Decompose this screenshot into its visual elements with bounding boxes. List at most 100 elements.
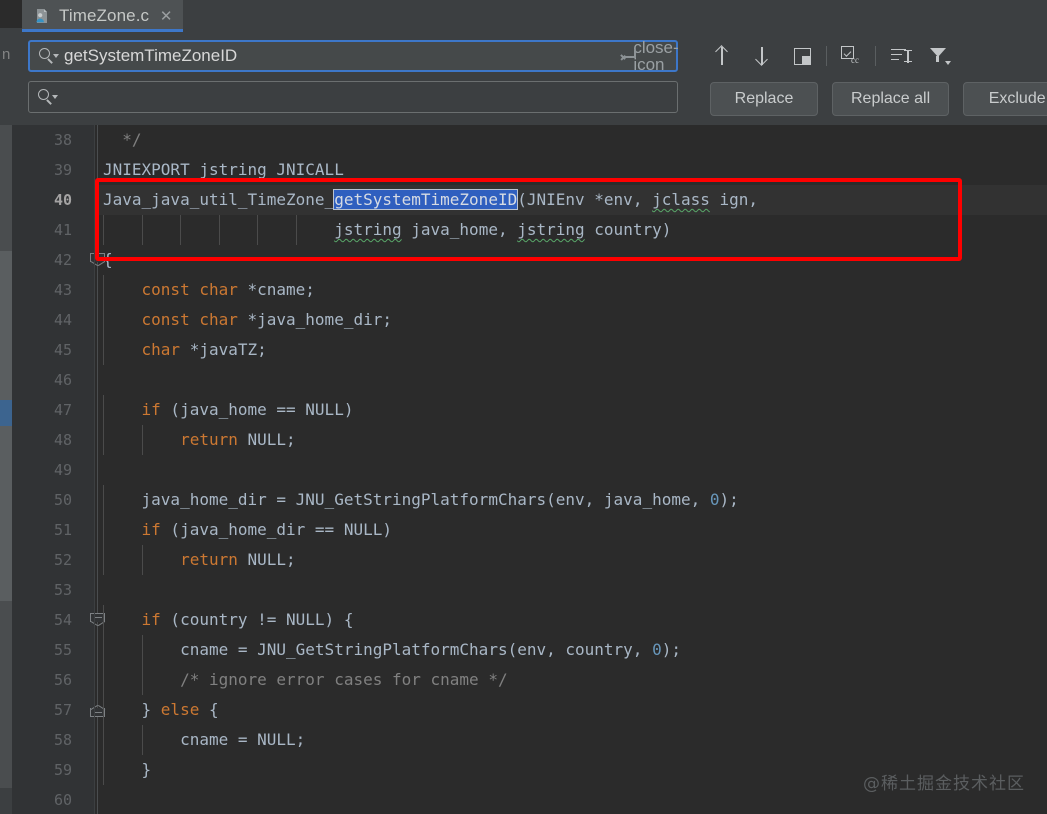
code-token: cname = JNU_GetStringPlatformChars(env, … — [103, 640, 653, 659]
code-line[interactable]: /* ignore error cases for cname */ — [95, 665, 1047, 695]
code-token: if — [141, 400, 161, 419]
line-number: 50 — [53, 491, 72, 509]
left-edge-partial-label: n — [2, 46, 11, 63]
code-line[interactable]: java_home_dir = JNU_GetStringPlatformCha… — [95, 485, 1047, 515]
code-token: return — [180, 550, 238, 569]
exclude-button[interactable]: Exclude — [963, 82, 1047, 116]
replace-button-label: Replace — [734, 90, 794, 107]
code-token: 0 — [709, 490, 720, 509]
indent-guide — [180, 215, 182, 245]
code-token: ); — [661, 640, 681, 659]
find-next-icon[interactable] — [742, 40, 782, 72]
code-line[interactable]: Java_java_util_TimeZone_getSystemTimeZon… — [95, 185, 1047, 215]
close-icon[interactable]: ✕ — [159, 9, 173, 24]
code-line[interactable]: jstring java_home, jstring country) — [95, 215, 1047, 245]
select-all-occurrences-icon[interactable] — [782, 40, 822, 72]
code-token: */ — [103, 130, 142, 149]
code-token: (JNIEnv *env, — [517, 190, 653, 209]
code-line[interactable]: const char *java_home_dir; — [95, 305, 1047, 335]
watermark: @稀土掘金技术社区 — [863, 774, 1025, 794]
indent-guide — [141, 425, 143, 455]
indent-guide — [103, 545, 104, 575]
indent-guide — [103, 515, 104, 545]
code-token: java_home_dir = JNU_GetStringPlatformCha… — [103, 490, 710, 509]
line-number: 52 — [53, 551, 72, 569]
editor-tab-timezone-c[interactable]: TimeZone.c ✕ — [22, 0, 184, 32]
code-line[interactable]: JNIEXPORT jstring JNICALL — [95, 155, 1047, 185]
code-line[interactable]: if (java_home == NULL) — [95, 395, 1047, 425]
search-icon[interactable] — [38, 47, 60, 65]
line-number: 56 — [53, 671, 72, 689]
code-line[interactable]: const char *cname; — [95, 275, 1047, 305]
code-line[interactable]: char *javaTZ; — [95, 335, 1047, 365]
code-token: { — [199, 700, 219, 719]
indent-guide — [103, 215, 104, 245]
find-replace-panel: getSystemTimeZoneID close-icon cc Replac… — [22, 32, 1047, 125]
scrollbar-thumb[interactable] — [0, 251, 12, 601]
code-line[interactable]: cname = JNU_GetStringPlatformChars(env, … — [95, 635, 1047, 665]
indent-guide — [103, 335, 104, 365]
code-token: *cname; — [237, 280, 315, 299]
line-number: 53 — [53, 581, 72, 599]
search-icon[interactable] — [37, 88, 59, 106]
replace-all-button-label: Replace all — [851, 90, 931, 107]
indent-guide — [103, 755, 104, 785]
search-row: getSystemTimeZoneID close-icon — [28, 39, 679, 73]
code-token: Java_java_util_TimeZone_ — [103, 190, 335, 209]
words-icon[interactable] — [880, 40, 920, 72]
code-line[interactable]: } else { — [95, 695, 1047, 725]
line-number: 58 — [53, 731, 72, 749]
code-token: const char — [141, 310, 238, 329]
match-case-icon[interactable]: cc — [831, 40, 871, 72]
indent-guide — [103, 275, 104, 305]
code-line[interactable]: */ — [95, 125, 1047, 155]
code-content[interactable]: */ JNIEXPORT jstring JNICALL Java_java_uti… — [95, 125, 1047, 814]
clear-search-icon[interactable]: close-icon — [633, 39, 678, 73]
search-input-value: getSystemTimeZoneID — [64, 46, 238, 65]
code-line[interactable] — [95, 575, 1047, 605]
code-line[interactable]: return NULL; — [95, 545, 1047, 575]
toolbar-separator — [826, 46, 827, 66]
code-line[interactable]: return NULL; — [95, 425, 1047, 455]
indent-guide — [103, 425, 104, 455]
code-token: /* ignore error cases for cname */ — [180, 670, 508, 689]
indent-guide — [141, 665, 143, 695]
code-line[interactable] — [95, 455, 1047, 485]
code-editor[interactable]: 38 39 40 41 42 43 44 45 46 47 48 49 50 51 52 53 54 55 56 57… — [0, 125, 1047, 814]
line-number: 59 — [53, 761, 72, 779]
filter-icon[interactable] — [920, 40, 960, 72]
replace-input[interactable] — [28, 81, 678, 113]
code-line[interactable]: { — [95, 245, 1047, 275]
indent-guide — [103, 725, 104, 755]
line-number: 42 — [53, 251, 72, 269]
indent-guide — [103, 485, 104, 515]
find-previous-icon[interactable] — [702, 40, 742, 72]
code-line[interactable] — [95, 365, 1047, 395]
code-token: return — [180, 430, 238, 449]
search-input[interactable]: getSystemTimeZoneID close-icon — [28, 39, 679, 73]
line-number: 44 — [53, 311, 72, 329]
toolbar-separator — [875, 46, 876, 66]
code-line[interactable]: if (java_home_dir == NULL) — [95, 515, 1047, 545]
code-line[interactable]: if (country != NULL) { — [95, 605, 1047, 635]
code-token: 0 — [652, 640, 662, 659]
indent-guide — [103, 695, 104, 725]
editor-scrollbar-left[interactable] — [0, 125, 12, 814]
search-field-actions: close-icon — [614, 39, 679, 73]
line-number: 51 — [53, 521, 72, 539]
replace-button[interactable]: Replace — [710, 82, 818, 116]
line-number: 57 — [53, 701, 72, 719]
indent-guide — [257, 215, 259, 245]
replace-row — [28, 81, 678, 113]
scrollbar-highlight-marker[interactable] — [0, 400, 12, 426]
line-number: 49 — [53, 461, 72, 479]
code-line[interactable]: cname = NULL; — [95, 725, 1047, 755]
indent-guide — [141, 635, 143, 665]
code-token: } — [103, 700, 161, 719]
editor-gutter[interactable]: 38 39 40 41 42 43 44 45 46 47 48 49 50 51 52 53 54 55 56 57… — [12, 125, 105, 814]
replace-all-button[interactable]: Replace all — [832, 82, 950, 116]
code-token: *java_home_dir; — [237, 310, 392, 329]
